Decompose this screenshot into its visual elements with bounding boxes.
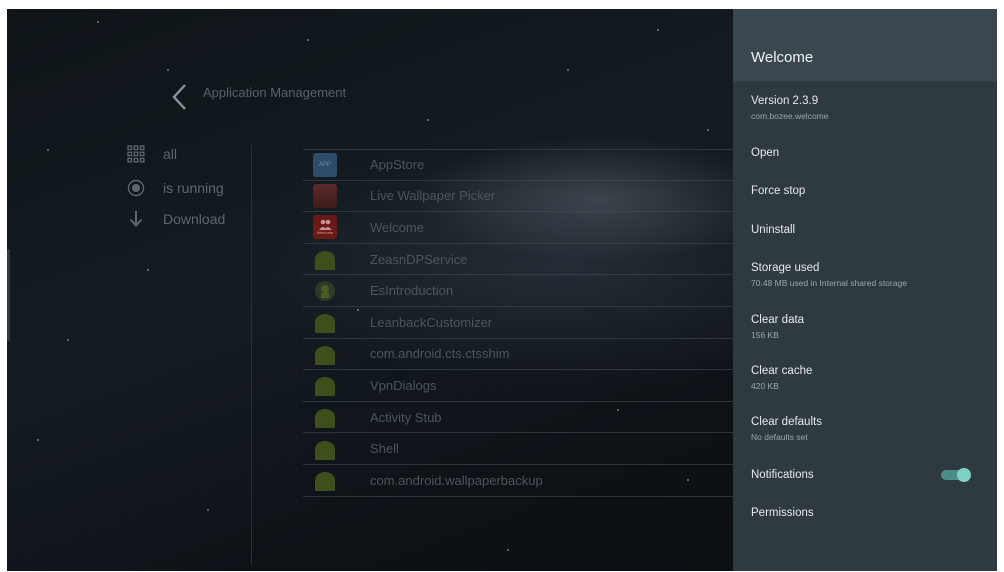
category-download[interactable]: Download — [127, 208, 225, 230]
app-name: AppStore — [370, 157, 425, 173]
clear-defaults-title: Clear defaults — [751, 416, 822, 428]
android-icon — [313, 405, 337, 429]
edge-handle — [7, 249, 10, 341]
notifications-toggle[interactable] — [941, 468, 971, 482]
app-name: com.android.cts.ctsshim — [370, 346, 510, 362]
back-chevron-icon[interactable] — [170, 82, 190, 112]
clear-cache-button[interactable]: Clear cache 420 KB — [751, 365, 983, 391]
list-item-esintroduction[interactable]: EsIntroduction — [303, 275, 743, 307]
app-list: APP AppStore Live Wallpaper Picker Welco… — [303, 149, 743, 497]
permissions-label: Permissions — [751, 507, 814, 519]
toggle-thumb — [957, 468, 971, 482]
android-icon — [313, 247, 337, 271]
android-icon — [313, 342, 337, 366]
list-item-appstore[interactable]: APP AppStore — [303, 149, 743, 181]
app-name: VpnDialogs — [370, 377, 437, 393]
divider — [251, 145, 252, 565]
list-item-shell[interactable]: Shell — [303, 433, 743, 465]
list-item-leanbackcustomizer[interactable]: LeanbackCustomizer — [303, 307, 743, 339]
app-name: Shell — [370, 441, 399, 457]
category-label: is running — [163, 180, 224, 196]
clear-defaults-button[interactable]: Clear defaults No defaults set — [751, 416, 983, 442]
storage-used-item[interactable]: Storage used 70.48 MB used in Internal s… — [751, 262, 983, 288]
list-item-zeasndpservice[interactable]: ZeasnDPService — [303, 244, 743, 276]
list-item-wallpaperbackup[interactable]: com.android.wallpaperbackup — [303, 465, 743, 497]
appstore-icon: APP — [313, 152, 337, 177]
clear-cache-title: Clear cache — [751, 365, 813, 377]
panel-header: Welcome — [733, 9, 997, 81]
panel-title: Welcome — [751, 49, 814, 66]
clear-data-title: Clear data — [751, 314, 805, 326]
list-item-activity-stub[interactable]: Activity Stub — [303, 402, 743, 434]
list-item-live-wallpaper-picker[interactable]: Live Wallpaper Picker — [303, 181, 743, 213]
category-is-running[interactable]: is running — [127, 177, 224, 199]
clear-data-size: 156 KB — [751, 330, 779, 340]
app-name: ZeasnDPService — [370, 251, 468, 267]
wallpaper-picker-icon — [313, 183, 337, 208]
version-info: Version 2.3.9 com.bozee.welcome — [751, 95, 983, 121]
android-icon — [313, 310, 337, 334]
app-name: com.android.wallpaperbackup — [370, 472, 543, 488]
app-name: Activity Stub — [370, 409, 442, 425]
esintroduction-icon — [313, 279, 337, 303]
app-name: Live Wallpaper Picker — [370, 188, 496, 204]
radio-target-icon — [127, 179, 145, 197]
version-title: Version 2.3.9 — [751, 95, 819, 107]
category-all[interactable]: all — [127, 143, 177, 165]
app-name: EsIntroduction — [370, 283, 454, 299]
clear-data-button[interactable]: Clear data 156 KB — [751, 314, 983, 340]
download-arrow-icon — [127, 210, 145, 228]
list-item-vpndialogs[interactable]: VpnDialogs — [303, 370, 743, 402]
package-name: com.bozee.welcome — [751, 111, 829, 121]
category-label: Download — [163, 211, 226, 227]
list-item-ctsshim[interactable]: com.android.cts.ctsshim — [303, 339, 743, 371]
force-stop-label: Force stop — [751, 185, 806, 197]
android-icon — [313, 437, 337, 461]
app-name: LeanbackCustomizer — [370, 314, 493, 330]
open-label: Open — [751, 147, 780, 159]
list-item-welcome[interactable]: Welcome Welcome — [303, 212, 743, 244]
uninstall-button[interactable]: Uninstall — [751, 224, 983, 236]
android-icon — [313, 468, 337, 492]
grid-icon — [127, 145, 145, 163]
category-label: all — [163, 146, 178, 162]
app-name: Welcome — [370, 219, 424, 235]
app-detail-panel: Welcome Version 2.3.9 com.bozee.welcome … — [733, 9, 997, 571]
storage-title: Storage used — [751, 262, 820, 274]
uninstall-label: Uninstall — [751, 224, 796, 236]
force-stop-button[interactable]: Force stop — [751, 185, 983, 197]
welcome-icon: Welcome — [313, 215, 337, 240]
android-icon — [313, 373, 337, 397]
page-title: Application Management — [203, 85, 347, 100]
open-button[interactable]: Open — [751, 147, 983, 159]
permissions-button[interactable]: Permissions — [751, 507, 983, 519]
storage-subtitle: 70.48 MB used in Internal shared storage — [751, 278, 907, 288]
clear-cache-size: 420 KB — [751, 381, 779, 391]
clear-defaults-subtitle: No defaults set — [751, 432, 808, 442]
